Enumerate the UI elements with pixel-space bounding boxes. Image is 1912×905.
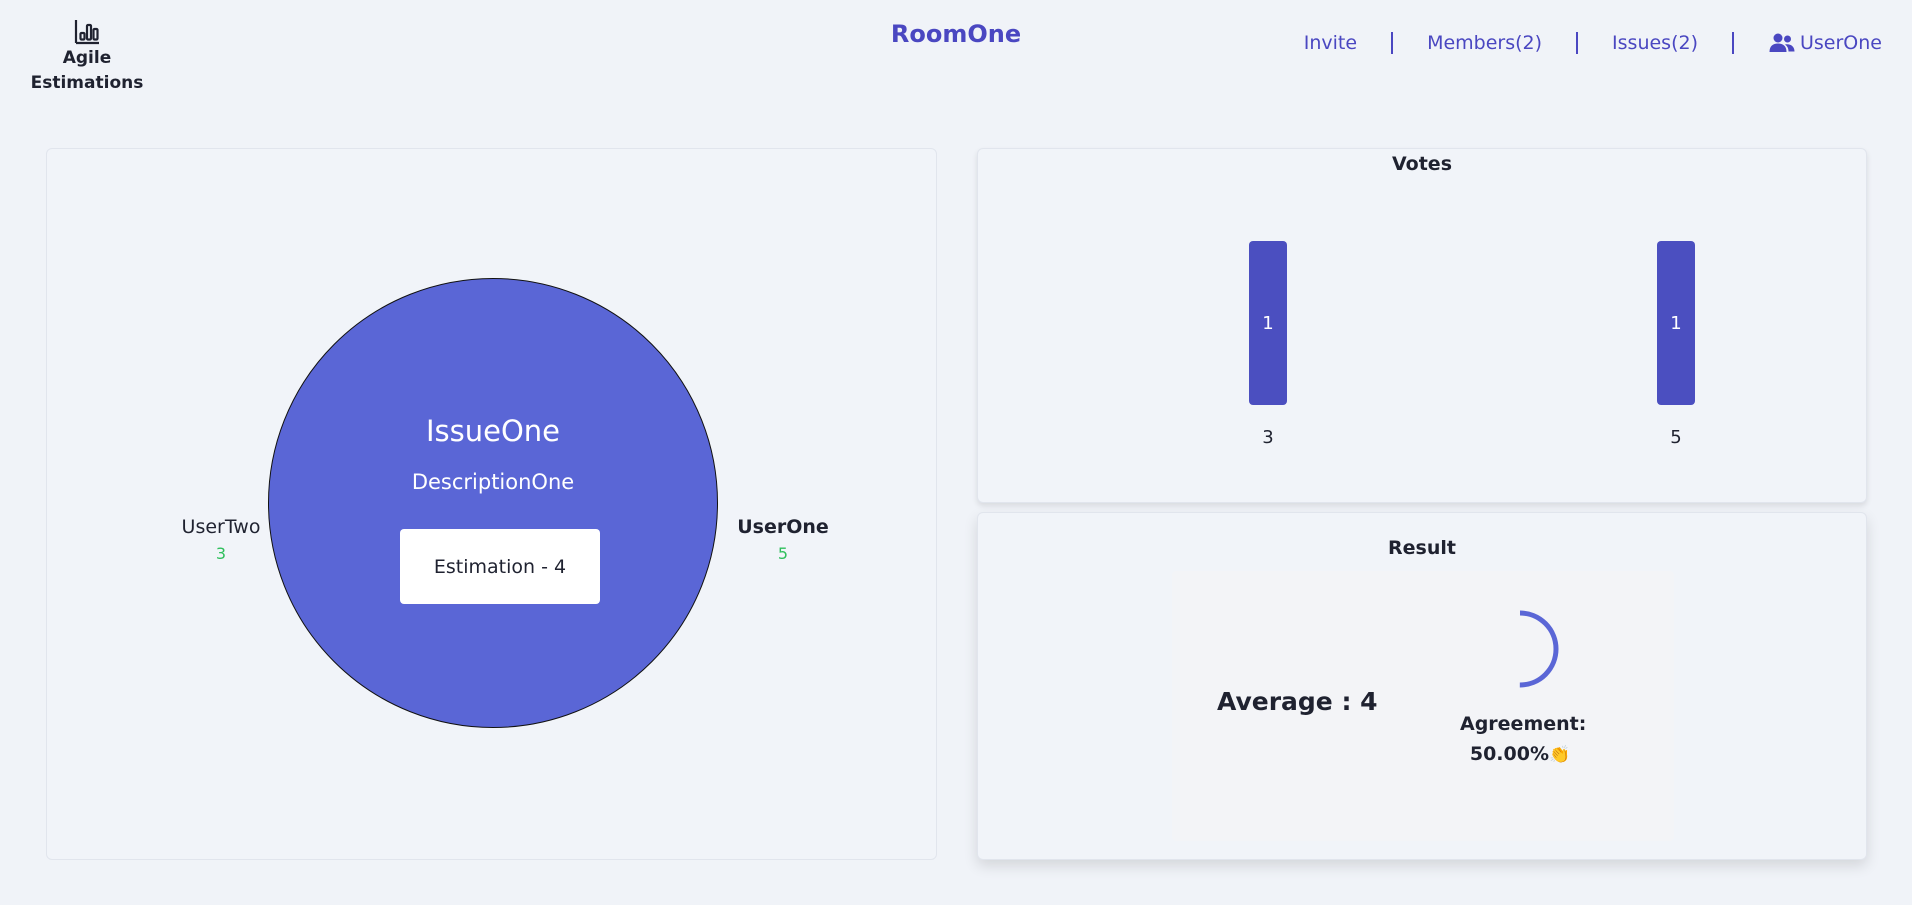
estimation-button[interactable]: Estimation - 4 [400, 529, 600, 604]
result-panel: Result Average : 4 Agreement: 50.00%👏 [977, 512, 1867, 860]
user-menu-label: UserOne [1800, 32, 1882, 54]
members-link[interactable]: Members(2) [1427, 32, 1542, 54]
result-title: Result [1388, 537, 1456, 559]
issues-link[interactable]: Issues(2) [1612, 32, 1698, 54]
votes-panel: Votes 1 3 1 5 [977, 148, 1867, 503]
participant-vote: 3 [215, 544, 227, 563]
issue-board: UserTwo 3 IssueOne DescriptionOne Estima… [46, 148, 937, 860]
nav-divider [1391, 32, 1394, 54]
vote-bar: 1 [1249, 241, 1287, 405]
invite-link[interactable]: Invite [1304, 32, 1357, 54]
logo-text-line2: Estimations [30, 73, 144, 93]
participant-userone: UserOne 5 [723, 516, 843, 563]
agreement-value: 50.00% [1469, 743, 1549, 765]
nav-divider [1576, 32, 1579, 54]
participant-name: UserTwo [181, 516, 261, 538]
agreement-value-line: 50.00%👏 [1460, 739, 1580, 770]
participant-name: UserOne [737, 516, 829, 538]
result-summary: Average : 4 Agreement: 50.00%👏 [1172, 571, 1674, 841]
vote-category-label: 3 [1262, 427, 1274, 448]
vote-category-label: 5 [1670, 427, 1682, 448]
agreement-progress-ring [1481, 610, 1559, 688]
issue-circle: IssueOne DescriptionOne Estimation - 4 [268, 278, 718, 728]
users-icon [1769, 33, 1795, 52]
issue-description: DescriptionOne [411, 470, 575, 494]
participant-vote: 5 [777, 544, 789, 563]
votes-title: Votes [1392, 153, 1452, 175]
participant-usertwo: UserTwo 3 [161, 516, 281, 563]
clapping-hands-icon: 👏 [1548, 745, 1571, 765]
average-value: Average : 4 [1217, 687, 1378, 716]
user-menu-link[interactable]: UserOne [1768, 32, 1882, 54]
agreement-label: Agreement: [1460, 713, 1587, 735]
vote-bar: 1 [1657, 241, 1695, 405]
top-nav: Invite Members(2) Issues(2) UserOne [1304, 27, 1882, 59]
issue-title: IssueOne [425, 414, 561, 448]
logo-text-line1: Agile [62, 48, 112, 68]
nav-divider [1732, 32, 1734, 54]
agreement-block: Agreement: 50.00%👏 [1460, 709, 1587, 770]
